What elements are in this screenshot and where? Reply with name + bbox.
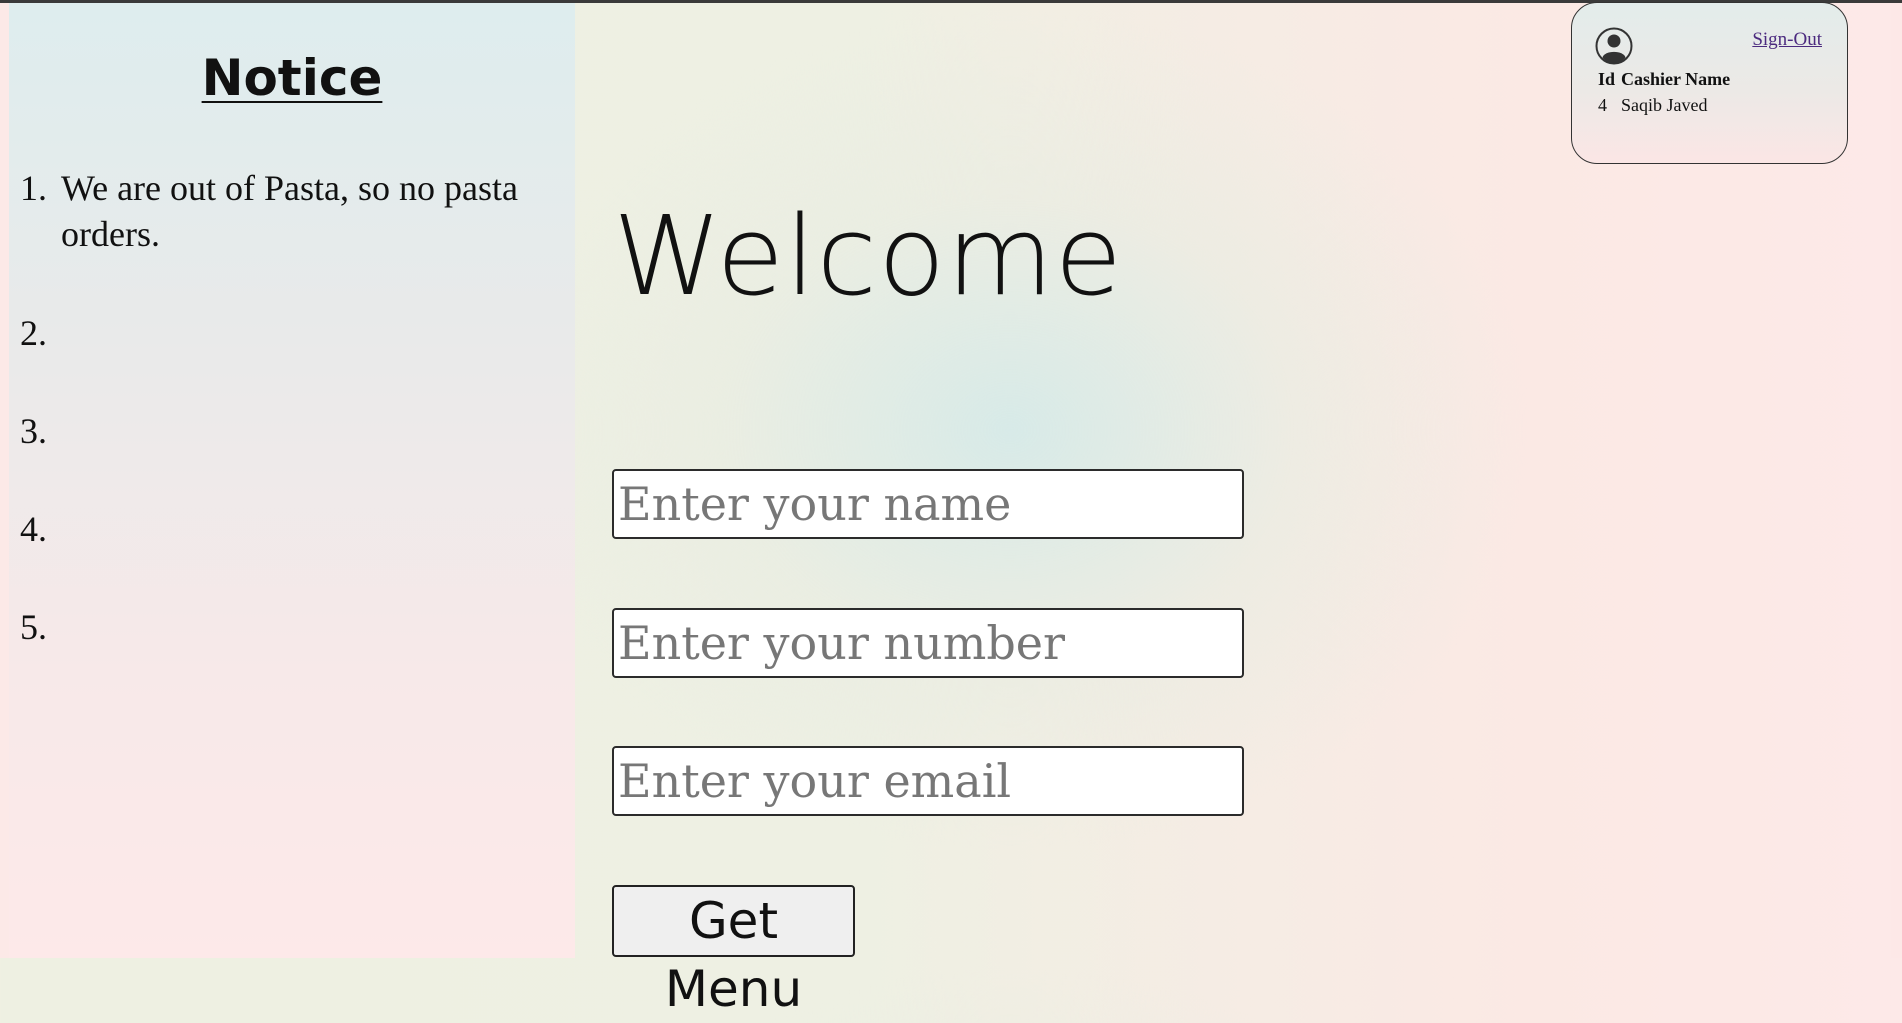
notice-title: Notice [201,49,383,107]
cashier-name-header: Cashier Name [1621,69,1731,89]
notice-item-1: 1. We are out of Pasta, so no pasta orde… [9,165,575,310]
cashier-header-row: Id Cashier Name [1598,67,1736,92]
notice-item-text: We are out of Pasta, so no pasta orders. [61,168,518,254]
left-edge-strip [0,3,9,958]
cashier-data-row: 4 Saqib Javed [1598,92,1736,116]
notice-item-number: 4. [20,509,47,549]
notice-item-number: 3. [20,411,47,451]
notice-item-5: 5. [9,604,575,702]
notice-item-number: 5. [20,607,47,647]
get-menu-button[interactable]: Get Menu [612,885,855,1018]
cashier-card: Sign-Out Id Cashier Name 4 Saqib Javed [1571,2,1848,164]
cashier-info-table: Id Cashier Name 4 Saqib Javed [1598,67,1736,116]
notice-panel: Notice 1. We are out of Pasta, so no pas… [9,3,575,958]
notice-item-3: 3. [9,408,575,506]
user-circle-icon [1595,27,1633,65]
number-input[interactable] [612,608,1244,678]
name-input[interactable] [612,469,1244,539]
cashier-name: Saqib Javed [1621,95,1708,115]
sign-out-link[interactable]: Sign-Out [1752,29,1822,51]
notice-item-number: 1. [20,168,47,208]
id-header: Id [1598,69,1616,89]
cashier-id: 4 [1598,95,1607,115]
notice-item-number: 2. [20,313,47,353]
right-edge-strip [1891,3,1902,958]
notice-item-2: 2. [9,310,575,408]
notice-item-4: 4. [9,506,575,604]
notice-list: 1. We are out of Pasta, so no pasta orde… [9,165,575,702]
email-input[interactable] [612,746,1244,816]
welcome-heading: Welcome [613,192,1124,320]
